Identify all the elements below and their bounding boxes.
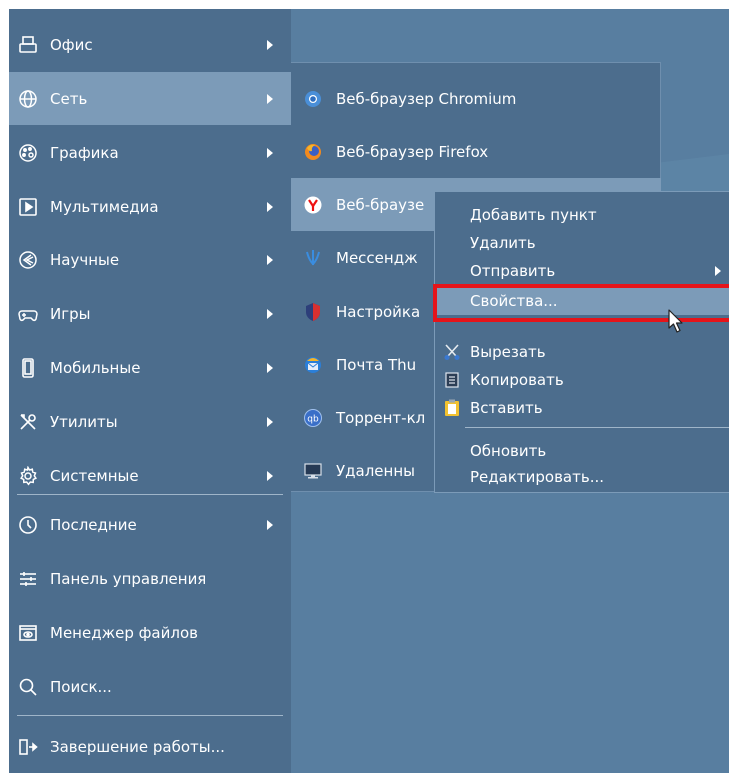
context-item-cut[interactable]: Вырезать (435, 338, 729, 366)
chevron-right-icon (267, 308, 273, 319)
submenu-item-label: Почта Thu (336, 355, 417, 374)
gamepad-icon (17, 303, 39, 325)
context-item-label: Отправить (470, 262, 556, 280)
office-icon (17, 34, 39, 56)
menu-item-search[interactable]: Поиск... (9, 660, 291, 713)
desktop: Офис Сеть Графика Мультимедиа Научные Иг… (9, 9, 729, 773)
context-item-label: Удалить (470, 234, 536, 252)
menu-item-office[interactable]: Офис (9, 18, 291, 71)
menu-item-control-panel[interactable]: Панель управления (9, 552, 291, 605)
clipboard-icon (445, 399, 459, 416)
menu-item-label: Игры (50, 304, 91, 323)
menu-item-multimedia[interactable]: Мультимедиа (9, 180, 291, 233)
menu-item-shutdown[interactable]: Завершение работы... (9, 720, 291, 773)
chromium-icon (302, 88, 324, 110)
context-item-paste[interactable]: Вставить (435, 394, 729, 422)
context-item-delete[interactable]: Удалить (435, 229, 729, 257)
context-item-label: Вставить (470, 399, 543, 417)
submenu-item-label: Торрент-кл (336, 408, 426, 427)
firefox-icon (302, 141, 324, 163)
globe-icon (17, 88, 39, 110)
messenger-icon (302, 247, 324, 269)
submenu-item-label: Настройка (336, 302, 421, 321)
menu-item-graphics[interactable]: Графика (9, 126, 291, 179)
qbittorrent-icon: qb (302, 407, 324, 429)
context-item-refresh[interactable]: Обновить (435, 437, 729, 465)
context-item-edit[interactable]: Редактировать... (435, 463, 729, 491)
chevron-right-icon (267, 362, 273, 373)
menu-item-science[interactable]: Научные (9, 233, 291, 286)
mouse-cursor-icon (668, 309, 683, 333)
context-item-add[interactable]: Добавить пункт (435, 201, 729, 229)
menu-item-label: Сеть (50, 89, 88, 108)
palette-icon (17, 142, 39, 164)
chevron-right-icon (267, 519, 273, 530)
play-icon (17, 196, 39, 218)
menu-item-label: Последние (50, 515, 137, 534)
file-manager-icon (17, 622, 39, 644)
context-item-send[interactable]: Отправить (435, 257, 729, 285)
submenu-item-label: Веб-браузер Chromium (336, 89, 517, 108)
context-separator (465, 427, 729, 428)
menu-item-file-manager[interactable]: Менеджер файлов (9, 606, 291, 659)
phone-icon (17, 357, 39, 379)
menu-item-mobile[interactable]: Мобильные (9, 341, 291, 394)
search-icon (17, 676, 39, 698)
menu-item-label: Менеджер файлов (50, 623, 198, 642)
chevron-right-icon (267, 147, 273, 158)
chevron-right-icon (267, 254, 273, 265)
submenu-item-firefox[interactable]: Веб-браузер Firefox (291, 125, 661, 178)
context-item-label: Вырезать (470, 343, 546, 361)
shield-icon (302, 301, 324, 323)
copy-icon (445, 372, 459, 388)
gear-icon (17, 465, 39, 487)
menu-separator (17, 715, 283, 716)
submenu-item-label: Веб-браузе (336, 195, 425, 214)
menu-item-utilities[interactable]: Утилиты (9, 395, 291, 448)
context-item-label: Добавить пункт (470, 206, 597, 224)
menu-item-games[interactable]: Игры (9, 287, 291, 340)
yandex-browser-icon (302, 194, 324, 216)
menu-item-label: Панель управления (50, 569, 207, 588)
submenu-item-label: Мессендж (336, 248, 418, 267)
chevron-right-icon (267, 93, 273, 104)
remote-desktop-icon (302, 460, 324, 482)
menu-item-label: Графика (50, 143, 119, 162)
chevron-right-icon (267, 416, 273, 427)
context-item-label: Копировать (470, 371, 564, 389)
menu-item-label: Научные (50, 250, 120, 269)
logout-icon (17, 736, 39, 758)
context-item-label: Редактировать... (470, 468, 604, 486)
chevron-right-icon (267, 39, 273, 50)
submenu-item-chromium[interactable]: Веб-браузер Chromium (291, 72, 661, 125)
scissors-icon (444, 344, 460, 360)
menu-item-label: Офис (50, 35, 93, 54)
menu-item-recent[interactable]: Последние (9, 498, 291, 551)
chevron-right-icon (267, 201, 273, 212)
context-menu: Добавить пункт Удалить Отправить Свойств… (434, 191, 729, 493)
context-item-copy[interactable]: Копировать (435, 366, 729, 394)
chevron-right-icon (715, 266, 721, 276)
clock-icon (17, 514, 39, 536)
menu-separator (17, 494, 283, 495)
menu-item-label: Поиск... (50, 677, 112, 696)
menu-item-label: Мультимедиа (50, 197, 159, 216)
chevron-right-icon (267, 470, 273, 481)
submenu-item-label: Удаленны (336, 461, 415, 480)
menu-item-label: Утилиты (50, 412, 118, 431)
sliders-icon (17, 568, 39, 590)
application-menu: Офис Сеть Графика Мультимедиа Научные Иг… (9, 9, 291, 773)
science-icon (17, 249, 39, 271)
context-item-label: Обновить (470, 442, 547, 460)
submenu-item-label: Веб-браузер Firefox (336, 142, 489, 161)
menu-item-label: Мобильные (50, 358, 141, 377)
thunderbird-icon (302, 354, 324, 376)
tools-icon (17, 411, 39, 433)
menu-item-label: Завершение работы... (50, 737, 225, 756)
svg-text:qb: qb (307, 414, 319, 424)
menu-item-network[interactable]: Сеть (9, 72, 291, 125)
menu-item-label: Системные (50, 466, 139, 485)
